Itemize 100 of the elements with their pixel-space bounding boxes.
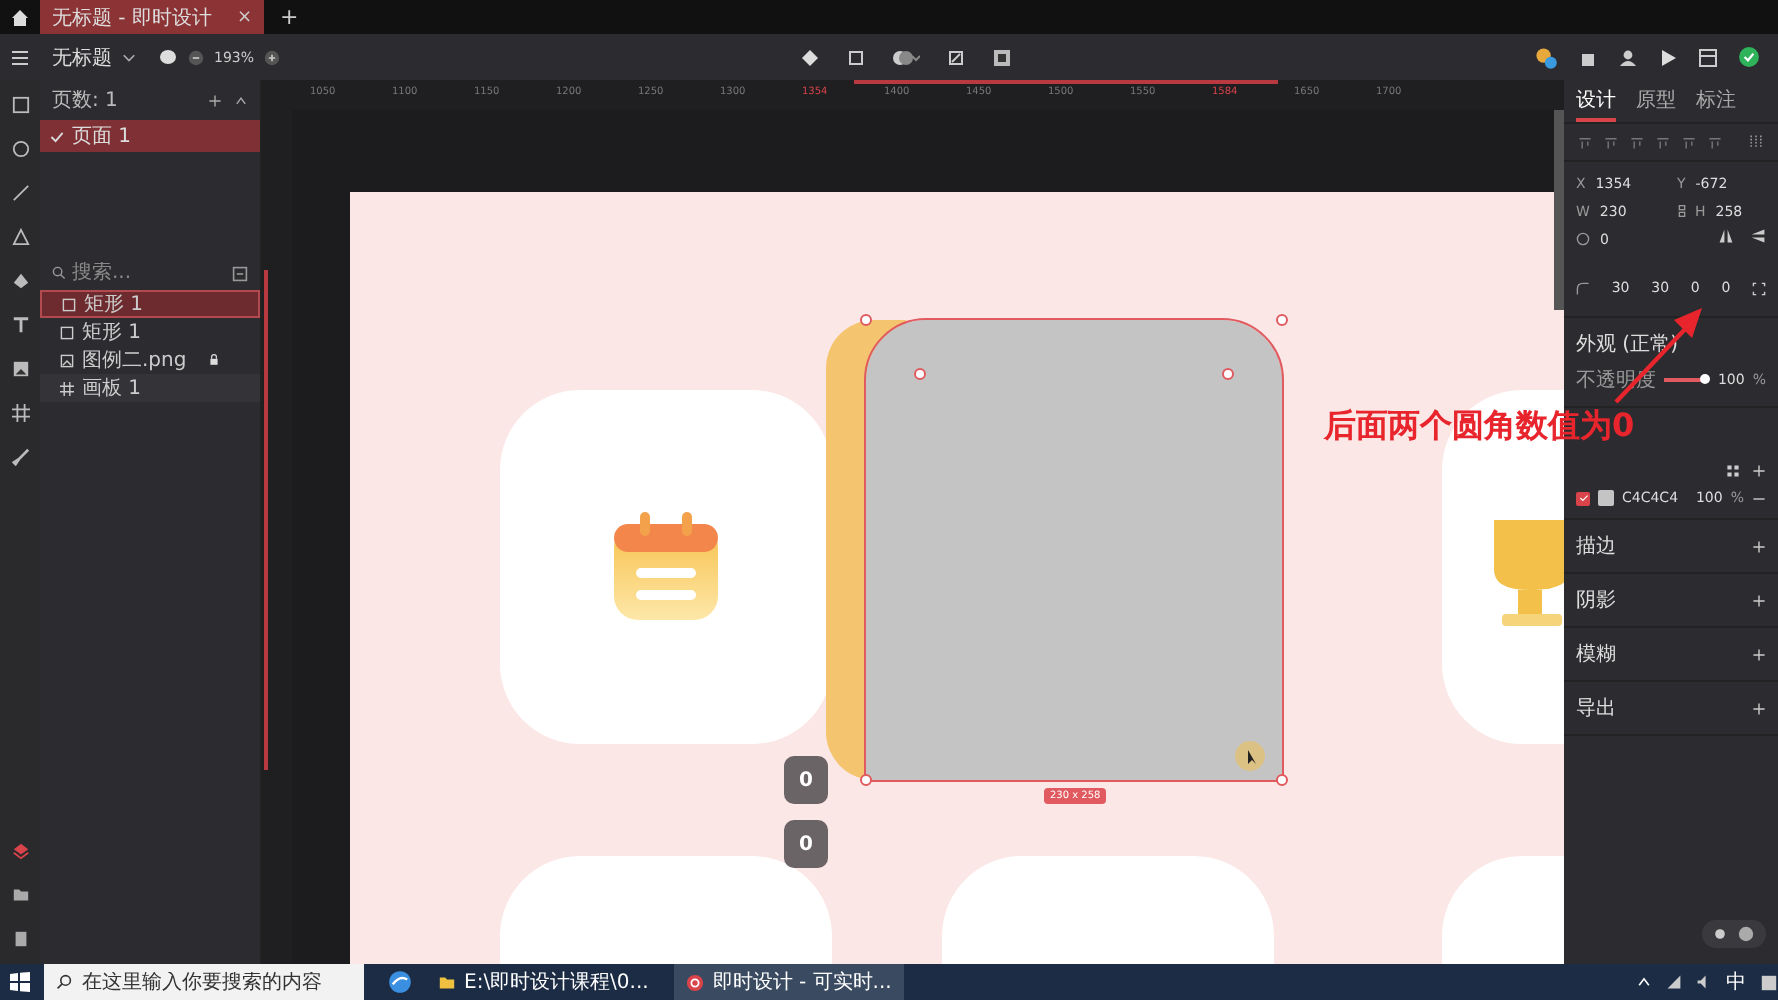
add-icon[interactable] [1752, 647, 1766, 661]
app-icon [686, 973, 705, 991]
folder-icon [438, 973, 456, 991]
book-icon[interactable] [11, 930, 29, 948]
close-button[interactable]: × [236, 7, 252, 27]
page-count: 页数: 1 [52, 88, 120, 114]
pen-tool-icon[interactable] [11, 272, 29, 290]
rectangle-tool-icon[interactable] [11, 96, 29, 114]
ellipse-tool-icon[interactable] [11, 140, 29, 158]
notification-icon[interactable] [1760, 973, 1778, 991]
color-swatch[interactable] [1598, 490, 1614, 506]
flip-horizontal-icon[interactable] [1718, 228, 1734, 244]
style-grid-icon[interactable] [1726, 464, 1740, 478]
resize-handle[interactable] [1276, 314, 1288, 326]
document-tab[interactable]: 无标题 - 即时设计 × [40, 0, 264, 34]
add-page-icon[interactable] [208, 93, 222, 107]
zoom-in-icon[interactable] [264, 49, 281, 65]
key-badge: 0 [784, 756, 828, 804]
page-item[interactable]: 页面 1 [40, 120, 260, 152]
triangle-tool-icon[interactable] [11, 228, 29, 246]
section-heading[interactable]: 模糊 [1576, 640, 1616, 668]
tab-title: 无标题 - 即时设计 [52, 5, 212, 31]
window-title: 即时设计 - 可实时... [712, 969, 892, 996]
add-icon[interactable] [1752, 539, 1766, 553]
collapse-icon[interactable] [234, 93, 248, 107]
layer-name: 画板 1 [82, 375, 144, 402]
taskbar-window[interactable]: 即时设计 - 可实时... [674, 964, 904, 1000]
flip-vertical-icon[interactable] [1750, 228, 1766, 244]
search-icon [56, 974, 72, 990]
layer-item[interactable]: 矩形 1 [40, 318, 260, 346]
layer-item[interactable]: 画板 1 [40, 374, 260, 402]
chevron-icon[interactable] [122, 50, 136, 64]
resize-handle[interactable] [860, 314, 872, 326]
add-icon[interactable] [1752, 593, 1766, 607]
align-icon[interactable] [1578, 135, 1592, 149]
speaker-icon[interactable] [1696, 974, 1712, 990]
taskbar-window[interactable]: E:\即时设计课程\0... [426, 964, 661, 1000]
layer-name: 图例二.png [82, 348, 189, 374]
mask-icon[interactable] [992, 47, 1013, 67]
layer-item[interactable]: 矩形 1 [40, 290, 260, 318]
layer-search-field[interactable]: 搜索... [72, 262, 226, 284]
frame-tool-icon[interactable] [11, 404, 29, 422]
rotation-icon [1576, 232, 1590, 246]
link-icon[interactable] [1677, 204, 1685, 218]
lock-icon[interactable] [208, 354, 220, 366]
corner-radius-icon [1576, 281, 1590, 295]
line-tool-icon[interactable] [11, 184, 29, 202]
check-icon[interactable] [1738, 46, 1760, 68]
add-icon[interactable] [1752, 464, 1766, 478]
key-badge: 0 [784, 820, 828, 868]
independent-corners-icon[interactable] [1752, 281, 1766, 295]
align-icon[interactable] [1656, 135, 1670, 149]
plugin-icon[interactable] [1534, 45, 1558, 69]
zoom-out-icon[interactable] [188, 49, 204, 65]
fill-checkbox[interactable] [1576, 491, 1590, 505]
add-icon[interactable] [1752, 701, 1766, 715]
search-icon [52, 266, 66, 280]
slider-thumb[interactable] [1699, 374, 1710, 384]
section-heading[interactable]: 导出 [1576, 694, 1616, 722]
annotation-text: 后面两个圆角数值为0 [1324, 406, 1635, 448]
inspector-tab[interactable]: 设计 [1576, 86, 1616, 122]
component-icon[interactable] [800, 47, 821, 67]
comment-icon[interactable] [158, 47, 178, 67]
file-name[interactable]: 无标题 [52, 43, 112, 71]
chevron-up-icon[interactable] [1636, 974, 1652, 990]
align-icon[interactable] [1682, 135, 1696, 149]
align-icon[interactable] [1604, 135, 1618, 149]
network-icon[interactable] [1666, 974, 1682, 990]
align-icon[interactable] [1630, 135, 1644, 149]
cursor-icon [1234, 740, 1266, 772]
distribute-icon[interactable] [1748, 134, 1764, 150]
resize-handle[interactable] [1276, 774, 1288, 786]
inspector-tab[interactable]: 原型 [1636, 86, 1676, 122]
collapse-all-icon[interactable] [232, 265, 248, 281]
input-method-indicator[interactable]: 中 [1726, 968, 1746, 996]
corner-handle[interactable] [1222, 368, 1234, 380]
browser-icon[interactable] [388, 970, 412, 994]
image-tool-icon[interactable] [11, 360, 29, 378]
layer-item[interactable]: 图例二.png [40, 346, 260, 374]
user-icon[interactable] [1618, 47, 1638, 67]
new-tab-button[interactable]: + [280, 4, 299, 30]
layers-icon[interactable] [11, 842, 29, 860]
section-heading[interactable]: 阴影 [1576, 586, 1616, 614]
menu-icon[interactable] [10, 47, 30, 67]
corner-handle[interactable] [914, 368, 926, 380]
help-pill[interactable] [1702, 920, 1766, 948]
section-heading[interactable]: 描边 [1576, 532, 1616, 560]
align-icon[interactable] [1708, 135, 1722, 149]
inspector-tab[interactable]: 标注 [1696, 86, 1736, 122]
play-icon[interactable] [1658, 47, 1678, 67]
frame-icon[interactable] [846, 47, 867, 67]
image-icon [60, 353, 74, 367]
windows-logo-icon[interactable] [10, 972, 30, 992]
layer-name: 矩形 1 [84, 292, 146, 318]
brush-tool-icon[interactable] [11, 448, 29, 466]
boolean-icon[interactable] [892, 47, 921, 67]
resize-handle[interactable] [860, 774, 872, 786]
home-icon[interactable] [10, 7, 30, 27]
text-tool-icon[interactable] [11, 316, 29, 334]
folder-icon[interactable] [11, 886, 29, 904]
